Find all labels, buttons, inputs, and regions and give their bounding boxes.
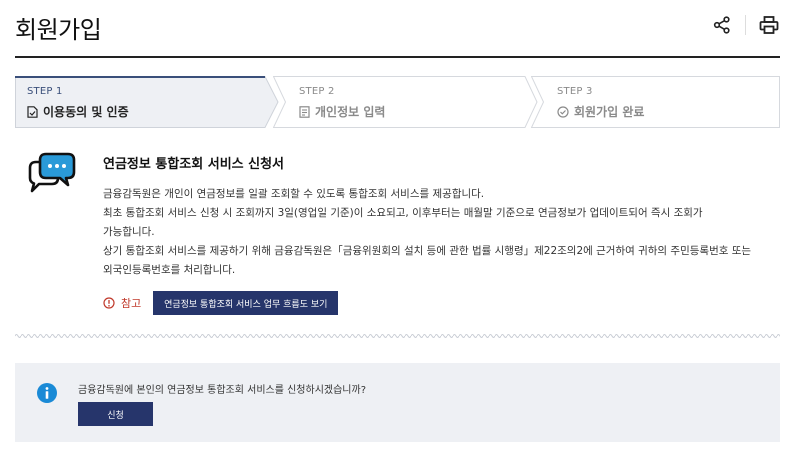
wavy-divider — [15, 332, 780, 338]
header-divider — [745, 15, 746, 35]
step-label-text: 회원가입 완료 — [574, 105, 645, 119]
step-label-text: 이용동의 및 인증 — [43, 105, 129, 119]
check-circle-icon — [557, 105, 569, 118]
alert-circle-icon — [103, 297, 115, 309]
page-header: 회원가입 — [15, 0, 780, 58]
document-check-icon — [27, 105, 38, 118]
view-flow-button[interactable]: 연금정보 통합조회 서비스 업무 흐름도 보기 — [153, 291, 339, 315]
step-3: STEP 3 회원가입 완료 — [531, 76, 780, 128]
share-icon[interactable] — [711, 14, 733, 36]
description-line: 상기 통합조회 서비스를 제공하기 위해 금융감독원은「금융위원회의 설치 등에… — [103, 245, 752, 257]
page-title: 회원가입 — [15, 16, 102, 44]
signup-steps: STEP 1 이용동의 및 인증 STEP 2 개인정보 입력 STEP 3 회… — [15, 76, 780, 128]
info-icon — [37, 383, 57, 407]
step-1: STEP 1 이용동의 및 인증 — [15, 76, 279, 128]
step-2: STEP 2 개인정보 입력 — [273, 76, 538, 128]
header-actions — [711, 14, 780, 36]
apply-panel: 금융감독원에 본인의 연금정보 통합조회 서비스를 신청하시겠습니까? 신청 — [15, 363, 780, 442]
step-number: STEP 1 — [27, 86, 63, 97]
description-line: 가능합니다. — [103, 226, 155, 238]
service-description: 금융감독원은 개인이 연금정보를 일괄 조회할 수 있도록 통합조회 서비스를 … — [103, 185, 783, 280]
note-label: 참고 — [103, 295, 141, 311]
description-line: 금융감독원은 개인이 연금정보를 일괄 조회할 수 있도록 통합조회 서비스를 … — [103, 188, 485, 200]
step-label-text: 개인정보 입력 — [315, 105, 386, 119]
apply-question: 금융감독원에 본인의 연금정보 통합조회 서비스를 신청하시겠습니까? — [78, 385, 367, 396]
step-number: STEP 2 — [299, 86, 335, 97]
step-label: 이용동의 및 인증 — [27, 103, 129, 120]
step-label: 회원가입 완료 — [557, 103, 644, 120]
form-icon — [299, 105, 310, 118]
chat-bubbles-icon — [26, 152, 76, 198]
print-icon[interactable] — [758, 14, 780, 36]
service-title: 연금정보 통합조회 서비스 신청서 — [103, 157, 285, 172]
description-line: 외국인등록번호를 처리합니다. — [103, 264, 236, 276]
apply-button[interactable]: 신청 — [78, 402, 153, 426]
step-number: STEP 3 — [557, 86, 593, 97]
note-label-text: 참고 — [121, 297, 142, 310]
step-label: 개인정보 입력 — [299, 103, 385, 120]
note-row: 참고 연금정보 통합조회 서비스 업무 흐름도 보기 — [103, 291, 339, 315]
description-line: 최초 통합조회 서비스 신청 시 조회까지 3일(영업일 기준)이 소요되고, … — [103, 207, 703, 219]
